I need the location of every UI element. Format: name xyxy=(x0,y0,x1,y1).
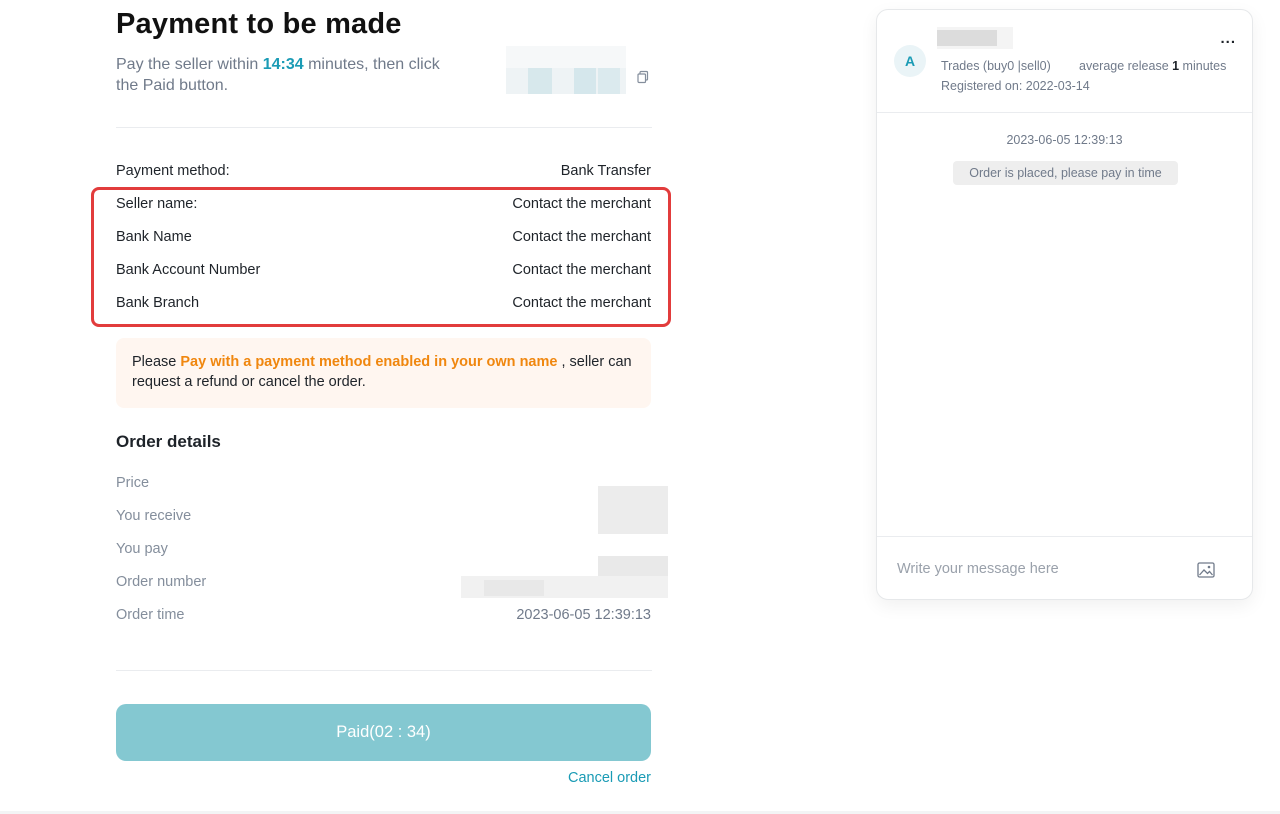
page-title: Payment to be made xyxy=(116,8,402,40)
notice-highlight: Pay with a payment method enabled in you… xyxy=(180,354,558,370)
trade-stats: Trades (buy0 |sell0) xyxy=(941,59,1051,73)
price-row: Price xyxy=(116,475,150,491)
copy-icon[interactable] xyxy=(636,70,650,84)
avatar: A xyxy=(894,45,926,77)
payment-method-value: Bank Transfer xyxy=(560,163,651,179)
redacted-price xyxy=(598,486,668,534)
countdown-timer: 14:34 xyxy=(262,56,304,73)
redacted-amount xyxy=(506,46,626,94)
paid-button[interactable]: Paid(02 : 34) xyxy=(116,704,651,761)
chat-input-bar xyxy=(877,536,1252,599)
order-time-row: Order time 2023-06-05 12:39:13 xyxy=(116,607,651,623)
chat-timestamp: 2023-06-05 12:39:13 xyxy=(1006,133,1123,147)
payment-details-highlight xyxy=(91,187,671,327)
system-message: Order is placed, please pay in time xyxy=(953,161,1178,185)
chat-header: A ... Trades (buy0 |sell0) average relea… xyxy=(877,10,1252,113)
redacted-order-number-detail xyxy=(484,580,544,596)
redacted-merchant-name xyxy=(937,27,1013,49)
you-pay-row: You pay xyxy=(116,541,168,557)
order-details-title: Order details xyxy=(116,432,221,451)
chat-panel: A ... Trades (buy0 |sell0) average relea… xyxy=(876,9,1253,600)
registered-date: Registered on: 2022-03-14 xyxy=(941,79,1090,93)
divider xyxy=(116,670,652,671)
order-time-value: 2023-06-05 12:39:13 xyxy=(516,607,651,623)
image-upload-icon[interactable] xyxy=(1197,562,1215,578)
divider xyxy=(116,127,652,128)
average-release: average release 1 minutes xyxy=(1079,59,1227,73)
payment-notice: Please Pay with a payment method enabled… xyxy=(116,338,651,408)
more-icon[interactable]: ... xyxy=(1220,30,1236,47)
cancel-order-link[interactable]: Cancel order xyxy=(568,770,651,786)
message-input[interactable] xyxy=(897,557,1157,581)
payment-method-row: Payment method: Bank Transfer xyxy=(116,163,651,179)
you-receive-row: You receive xyxy=(116,508,192,524)
payment-instruction: Pay the seller within 14:34 minutes, the… xyxy=(116,56,440,94)
